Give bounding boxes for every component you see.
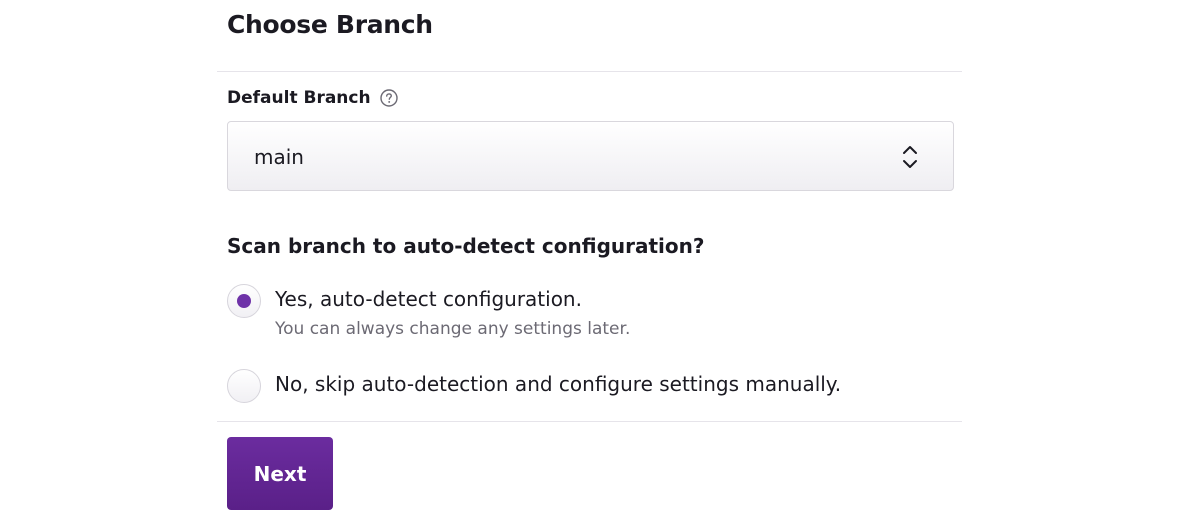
- radio-button-yes[interactable]: [227, 284, 261, 318]
- default-branch-label: Default Branch: [227, 88, 398, 108]
- radio-option-no[interactable]: No, skip auto-detection and configure se…: [227, 369, 841, 403]
- default-branch-select[interactable]: main: [227, 121, 954, 191]
- radio-label-yes: Yes, auto-detect configuration.: [275, 287, 582, 311]
- question-circle-icon[interactable]: [379, 89, 398, 107]
- radio-sublabel-yes: You can always change any settings later…: [275, 319, 631, 339]
- divider: [217, 71, 962, 72]
- default-branch-label-text: Default Branch: [227, 88, 371, 108]
- up-down-chevron-icon: [901, 143, 919, 171]
- scan-question: Scan branch to auto-detect configuration…: [227, 234, 705, 258]
- radio-button-no[interactable]: [227, 369, 261, 403]
- divider: [217, 421, 962, 422]
- radio-option-yes[interactable]: Yes, auto-detect configuration. You can …: [227, 284, 630, 339]
- radio-selected-dot: [237, 294, 251, 308]
- next-button[interactable]: Next: [227, 437, 333, 510]
- radio-label-no: No, skip auto-detection and configure se…: [275, 372, 842, 396]
- page-title: Choose Branch: [227, 10, 433, 39]
- default-branch-value: main: [254, 145, 304, 169]
